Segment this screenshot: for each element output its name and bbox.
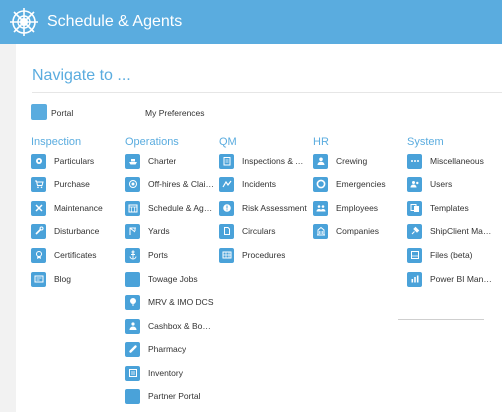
nav-item-disturbance[interactable]: Disturbance: [31, 222, 121, 240]
nav-item-yards[interactable]: Yards: [125, 222, 215, 240]
gear-icon: [31, 153, 46, 169]
operations-heading: Operations: [125, 136, 179, 148]
incident-icon: [219, 176, 234, 192]
clipboard-icon: [219, 153, 234, 169]
inspection-heading: Inspection: [31, 136, 82, 148]
group-icon: [313, 200, 328, 216]
nav-item-maintenance[interactable]: Maintenance: [31, 199, 121, 217]
nav-item-miscellaneous[interactable]: Miscellaneous: [407, 152, 495, 170]
nav-item-certificates[interactable]: Certificates: [31, 246, 121, 264]
people-icon: [125, 318, 140, 334]
nav-item-procedures[interactable]: Procedures: [219, 246, 307, 264]
tools-icon: [31, 200, 46, 216]
qm-heading: QM: [219, 136, 237, 148]
wrench-icon: [31, 223, 46, 239]
nav-item-towage-jobs[interactable]: Towage Jobs: [125, 270, 215, 288]
building-icon: [313, 223, 328, 239]
templates-icon: [407, 200, 422, 216]
more-dots-icon: [407, 153, 422, 169]
nav-item-inspections-audits[interactable]: Inspections & Au...: [219, 152, 307, 170]
plug-icon: [407, 223, 422, 239]
nav-item-blog[interactable]: Blog: [31, 270, 121, 288]
tree-icon: [125, 294, 140, 310]
pill-icon: [125, 341, 140, 357]
nav-item-inventory[interactable]: Inventory: [125, 364, 215, 382]
document-icon: [219, 223, 234, 239]
portal-link[interactable]: Portal: [51, 108, 73, 118]
bar-chart-icon: [407, 271, 422, 287]
navigation-panel: Navigate to ... Portal My Preferences In…: [16, 44, 502, 412]
nav-item-cashbox-bond[interactable]: Cashbox & Bond...: [125, 317, 215, 335]
certificate-icon: [31, 247, 46, 263]
nav-item-particulars[interactable]: Particulars: [31, 152, 121, 170]
hr-heading: HR: [313, 136, 329, 148]
nav-item-files-beta[interactable]: Files (beta): [407, 246, 495, 264]
crane-icon: [125, 223, 140, 239]
nav-item-emergencies[interactable]: Emergencies: [313, 175, 401, 193]
files-icon: [407, 247, 422, 263]
calendar-icon: [125, 200, 140, 216]
partner-portal-icon: [125, 388, 140, 404]
nav-item-companies[interactable]: Companies: [313, 222, 401, 240]
ship-wheel-logo-icon[interactable]: [9, 7, 39, 37]
nav-item-pharmacy[interactable]: Pharmacy: [125, 340, 215, 358]
nav-item-employees[interactable]: Employees: [313, 199, 401, 217]
app-title: Schedule & Agents: [47, 13, 183, 30]
nav-item-circulars[interactable]: Circulars: [219, 222, 307, 240]
inventory-icon: [125, 365, 140, 381]
nav-item-off-hires-claims[interactable]: Off-hires & Claims: [125, 175, 215, 193]
nav-item-ports[interactable]: Ports: [125, 246, 215, 264]
navigate-to-title: Navigate to ...: [32, 67, 131, 84]
target-icon: [125, 176, 140, 192]
nav-item-partner-portal[interactable]: Partner Portal: [125, 387, 215, 405]
sailor-icon: [313, 153, 328, 169]
nav-item-templates[interactable]: Templates: [407, 199, 495, 217]
alert-icon: [219, 200, 234, 216]
users-icon: [407, 176, 422, 192]
nav-item-charter[interactable]: Charter: [125, 152, 215, 170]
cart-icon: [31, 176, 46, 192]
nav-item-purchase[interactable]: Purchase: [31, 175, 121, 193]
system-heading: System: [407, 136, 444, 148]
anchor-icon: [125, 247, 140, 263]
nav-item-users[interactable]: Users: [407, 175, 495, 193]
portal-tile-icon[interactable]: [31, 104, 47, 120]
nav-item-schedule-agents[interactable]: Schedule & Agents: [125, 199, 215, 217]
title-divider: [32, 92, 502, 93]
blog-icon: [31, 271, 46, 287]
tug-icon: [125, 271, 140, 287]
nav-item-risk-assessment[interactable]: Risk Assessment: [219, 199, 307, 217]
app-header: Schedule & Agents: [0, 0, 502, 44]
nav-item-crewing[interactable]: Crewing: [313, 152, 401, 170]
nav-item-incidents[interactable]: Incidents: [219, 175, 307, 193]
system-column-separator: [398, 319, 484, 320]
nav-item-power-bi-management[interactable]: Power BI Manag...: [407, 270, 495, 288]
my-preferences-link[interactable]: My Preferences: [145, 108, 205, 118]
procedure-grid-icon: [219, 247, 234, 263]
nav-item-mrv-imo-dcs[interactable]: MRV & IMO DCS: [125, 293, 215, 311]
nav-item-shipclient-management[interactable]: ShipClient Mana...: [407, 222, 495, 240]
ship-icon: [125, 153, 140, 169]
lifebuoy-icon: [313, 176, 328, 192]
